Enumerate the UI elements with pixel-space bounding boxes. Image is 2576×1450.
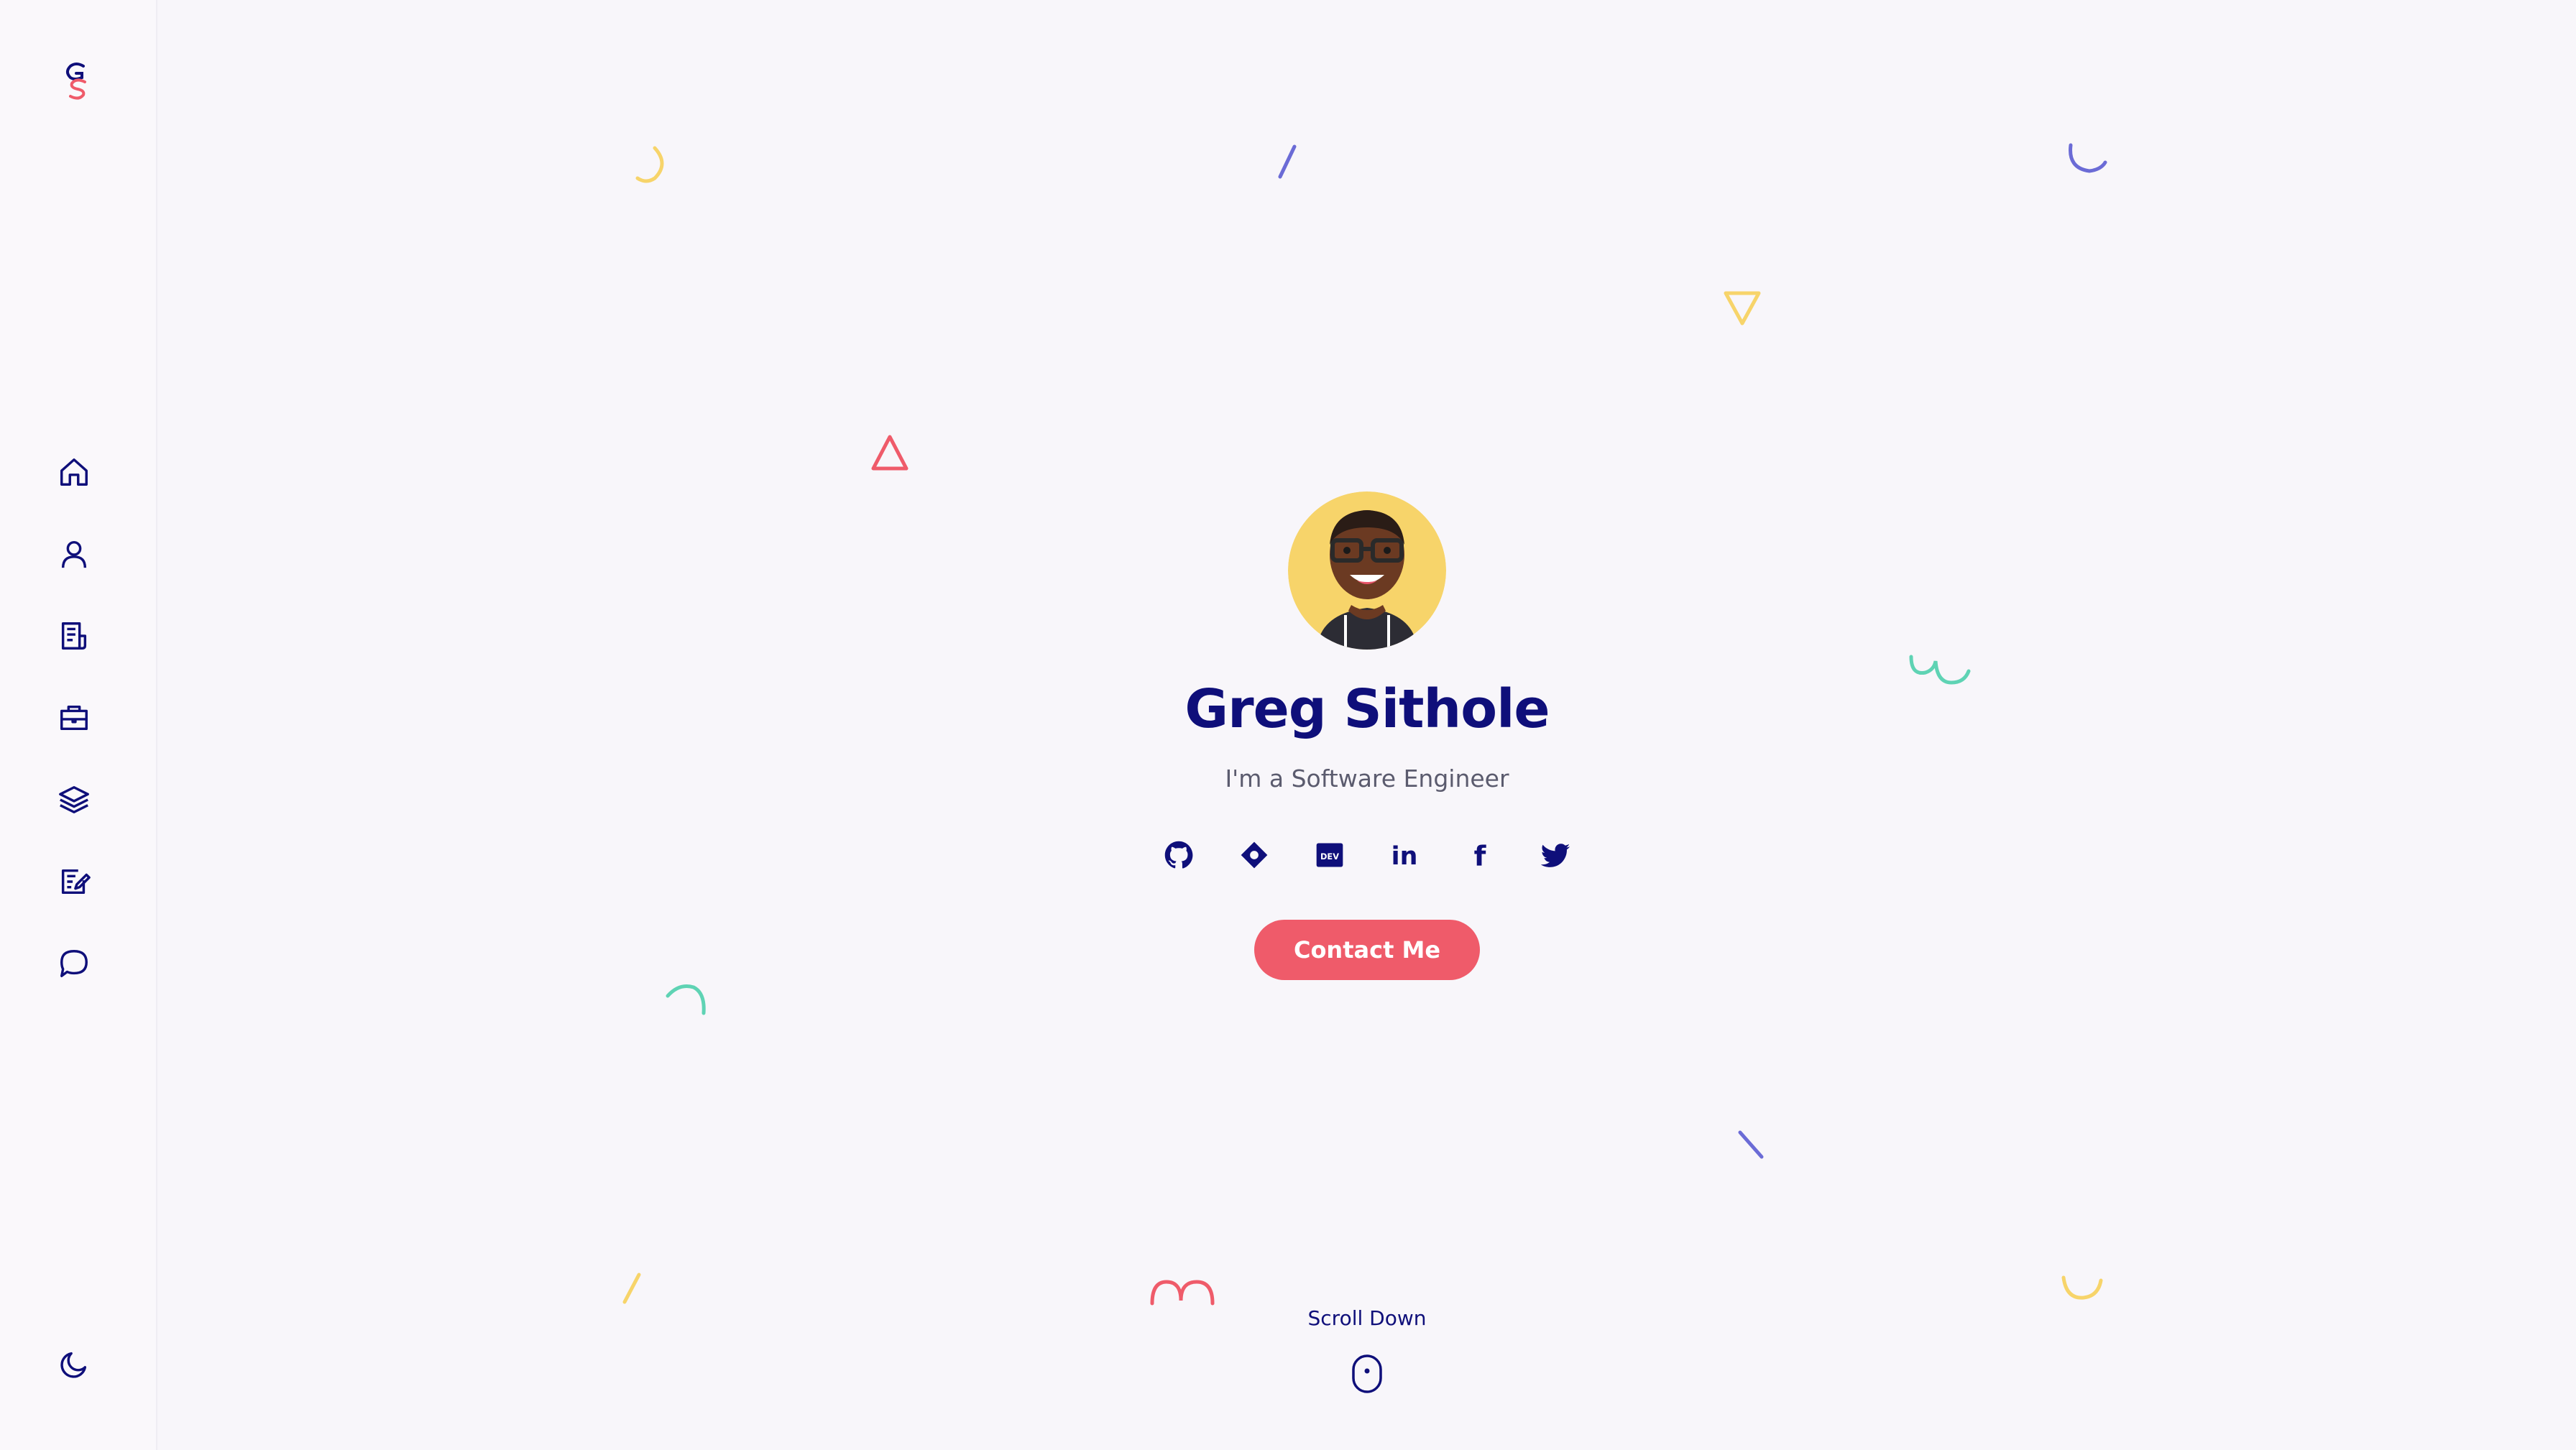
scroll-down-label[interactable]: Scroll Down <box>1223 1306 1511 1330</box>
sidebar <box>0 0 157 1450</box>
decorative-line <box>622 1273 641 1304</box>
decorative-line <box>1738 1130 1764 1159</box>
svg-text:f: f <box>1474 841 1487 871</box>
social-link-linkedin[interactable]: in <box>1383 833 1426 877</box>
layers-icon <box>59 786 89 813</box>
chat-bubble-icon <box>60 950 88 977</box>
home-icon <box>60 458 88 486</box>
mouse-icon[interactable] <box>1351 1354 1384 1394</box>
social-link-twitter[interactable] <box>1534 833 1577 877</box>
social-link-dev[interactable]: DEV <box>1308 833 1351 877</box>
gs-monogram-logo[interactable] <box>62 60 93 102</box>
decorative-line <box>1278 144 1297 179</box>
decorative-arc <box>635 146 664 183</box>
facebook-icon: f <box>1474 841 1487 871</box>
social-link-facebook[interactable]: f <box>1458 833 1501 877</box>
sidebar-item-contact[interactable] <box>42 931 106 996</box>
svg-text:in: in <box>1392 842 1418 871</box>
social-links: DEV in f <box>1157 833 1577 877</box>
social-link-codepen[interactable] <box>1233 833 1276 877</box>
document-icon <box>61 622 87 650</box>
moon-icon <box>60 1352 87 1378</box>
decorative-arc <box>2069 143 2107 173</box>
user-icon <box>61 540 87 568</box>
briefcase-icon <box>60 705 88 731</box>
decorative-triangle <box>871 435 908 471</box>
theme-toggle-button[interactable] <box>42 1332 106 1397</box>
linkedin-icon: in <box>1392 842 1418 871</box>
edit-note-icon <box>61 869 91 895</box>
decorative-arc <box>2061 1275 2103 1300</box>
diamond-icon <box>1241 841 1268 869</box>
svg-text:DEV: DEV <box>1320 851 1339 862</box>
sidebar-item-about[interactable] <box>42 522 106 586</box>
hero-subtitle: I'm a Software Engineer <box>1225 765 1509 793</box>
hero-name: Greg Sithole <box>1184 678 1550 740</box>
decorative-squiggle <box>1909 655 1971 685</box>
github-icon <box>1164 841 1193 869</box>
social-link-github[interactable] <box>1157 833 1200 877</box>
sidebar-item-blog[interactable] <box>42 849 106 914</box>
sidebar-item-resume[interactable] <box>42 604 106 668</box>
decorative-triangle <box>1724 291 1761 325</box>
dev-icon: DEV <box>1316 843 1343 867</box>
sidebar-item-home[interactable] <box>42 440 106 504</box>
decorative-wave <box>1150 1280 1215 1306</box>
hero-section: Greg Sithole I'm a Software Engineer DEV… <box>157 0 2576 1450</box>
contact-me-button[interactable]: Contact Me <box>1254 920 1480 980</box>
twitter-icon <box>1540 844 1570 867</box>
sidebar-item-portfolio[interactable] <box>42 685 106 750</box>
decorative-arc <box>666 984 706 1015</box>
avatar <box>1288 491 1446 650</box>
sidebar-item-skills[interactable] <box>42 767 106 832</box>
